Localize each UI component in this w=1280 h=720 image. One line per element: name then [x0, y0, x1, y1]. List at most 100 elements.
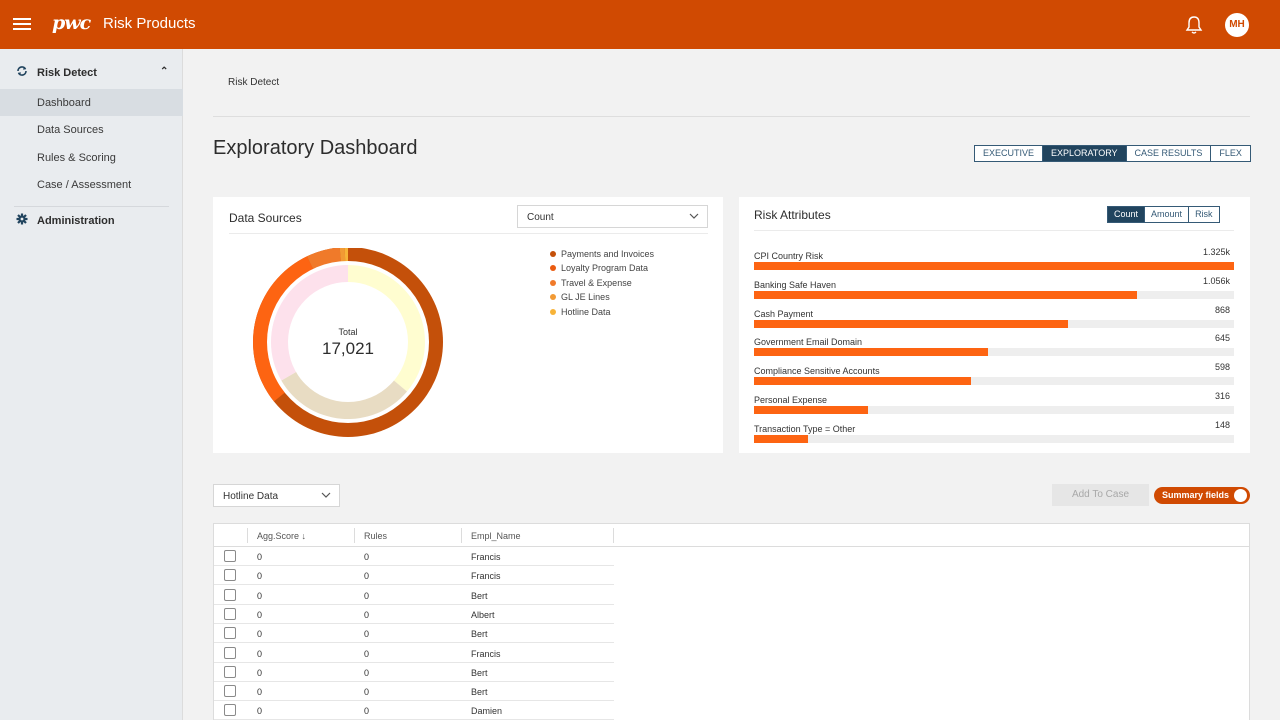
cell-agg-score: 0 — [257, 590, 263, 601]
cell-empl-name: Francis — [471, 648, 501, 659]
bar-label: Personal Expense — [754, 395, 828, 405]
bar-label: Banking Safe Haven — [754, 279, 837, 290]
row-checkbox[interactable] — [224, 627, 236, 640]
toggle-risk[interactable]: Risk — [1189, 207, 1219, 222]
toggle-label: Summary fields — [1162, 490, 1230, 500]
sidebar-section-risk-detect[interactable]: Risk Detect ⌃ — [0, 60, 183, 86]
cell-empl-name: Bert — [471, 667, 488, 678]
cell-agg-score: 0 — [257, 706, 263, 717]
column-separator — [247, 528, 248, 543]
bar — [754, 262, 1234, 270]
row-checkbox[interactable] — [224, 665, 236, 678]
sidebar-item-administration[interactable]: Administration — [0, 208, 183, 234]
row-checkbox[interactable] — [224, 685, 236, 698]
column-header-empl-name[interactable]: Empl_Name — [471, 531, 521, 541]
cell-agg-score: 0 — [257, 648, 263, 659]
toggle-knob — [1234, 489, 1247, 502]
add-to-case-button[interactable]: Add To Case — [1052, 484, 1149, 506]
table-row[interactable]: 0 0 Bert — [214, 663, 614, 682]
toggle-amount[interactable]: Amount — [1145, 207, 1190, 222]
row-checkbox[interactable] — [224, 646, 236, 659]
legend-dot — [550, 265, 556, 271]
table-row[interactable]: 0 0 Bert — [214, 586, 614, 605]
bar-track — [754, 406, 1234, 414]
top-bar: pwc Risk Products MH — [0, 0, 1280, 49]
legend-label: Payments and Invoices — [561, 249, 655, 259]
tab-exploratory[interactable]: EXPLORATORY — [1043, 146, 1127, 161]
cell-rules: 0 — [364, 687, 370, 698]
sidebar-item-dashboard[interactable]: Dashboard — [0, 89, 183, 116]
table-row[interactable]: 0 0 Francis — [214, 547, 614, 566]
sidebar-item-data-sources[interactable]: Data Sources — [0, 116, 183, 143]
results-table: Agg.Score ↓ Rules Empl_Name 0 0 Francis 0 0 F… — [213, 523, 1250, 720]
column-header-agg-score[interactable]: Agg.Score ↓ — [257, 531, 306, 541]
table-source-dropdown[interactable]: Hotline Data — [213, 484, 340, 507]
risk-attribute-bar-row[interactable]: Compliance Sensitive Accounts 598 — [754, 362, 1234, 394]
risk-attribute-bar-row[interactable]: Government Email Domain 645 — [754, 333, 1234, 365]
cell-agg-score: 0 — [257, 629, 263, 640]
legend-label: GL JE Lines — [561, 292, 610, 302]
hamburger-menu-icon[interactable] — [13, 15, 31, 33]
sidebar-item-rules-scoring[interactable]: Rules & Scoring — [0, 144, 183, 171]
table-row[interactable]: 0 0 Albert — [214, 605, 614, 624]
cell-agg-score: 0 — [257, 552, 263, 562]
chevron-down-icon — [321, 492, 331, 498]
sidebar: Risk Detect ⌃ Dashboard Data Sources Rul… — [0, 49, 183, 720]
risk-attribute-bar-row[interactable]: Transaction Type = Other 148 — [754, 420, 1234, 452]
bar — [754, 319, 1069, 328]
risk-attribute-bar-row[interactable]: Banking Safe Haven 1.056k — [754, 276, 1234, 308]
gear-icon — [16, 213, 28, 225]
sidebar-item-label: Rules & Scoring — [37, 152, 116, 164]
row-checkbox[interactable] — [224, 569, 236, 582]
legend-dot — [550, 280, 556, 286]
bar-value-label: 868 — [1214, 304, 1230, 315]
tab-flex[interactable]: FLEX — [1211, 146, 1250, 161]
table-row[interactable]: 0 0 Francis — [214, 566, 614, 586]
row-checkbox[interactable] — [224, 704, 236, 717]
breadcrumb[interactable]: Risk Detect — [228, 77, 279, 88]
cell-empl-name: Bert — [471, 687, 488, 698]
summary-fields-toggle[interactable]: Summary fields — [1154, 487, 1250, 504]
table-row[interactable]: 0 0 Bert — [214, 624, 614, 644]
bar — [754, 434, 808, 443]
toggle-count[interactable]: Count — [1108, 207, 1146, 222]
sidebar-item-case-assessment[interactable]: Case / Assessment — [0, 171, 183, 198]
bar-track — [754, 319, 1234, 328]
column-separator — [461, 528, 462, 543]
risk-attribute-bar-row[interactable]: Personal Expense 316 — [754, 391, 1234, 423]
header-divider — [213, 116, 1250, 117]
cell-rules: 0 — [364, 648, 370, 659]
tab-case-results[interactable]: CASE RESULTS — [1126, 146, 1212, 161]
column-header-rules[interactable]: Rules — [364, 531, 387, 541]
risk-attribute-bar-row[interactable]: Cash Payment 868 — [754, 305, 1234, 337]
sidebar-divider — [14, 206, 169, 207]
bar-value-label: 1.056k — [1202, 275, 1230, 286]
bar-value-label: 316 — [1214, 391, 1230, 401]
table-row[interactable]: 0 0 Damien — [214, 701, 614, 720]
chevron-up-icon[interactable]: ⌃ — [160, 66, 168, 77]
tab-executive[interactable]: EXECUTIVE — [975, 146, 1044, 161]
risk-attribute-bar-row[interactable]: CPI Country Risk 1.325k — [754, 247, 1234, 279]
data-sources-metric-dropdown[interactable]: Count — [517, 205, 708, 228]
table-row[interactable]: 0 0 Bert — [214, 682, 614, 702]
bar-track — [754, 348, 1234, 357]
row-checkbox[interactable] — [224, 607, 236, 620]
page-title: Exploratory Dashboard — [213, 137, 418, 159]
user-avatar[interactable]: MH — [1225, 13, 1249, 37]
legend-dot — [550, 294, 556, 300]
data-sources-title: Data Sources — [229, 211, 302, 225]
row-checkbox[interactable] — [224, 550, 236, 562]
row-checkbox[interactable] — [224, 588, 236, 601]
legend-label: Travel & Expense — [561, 278, 632, 288]
cell-agg-score: 0 — [257, 667, 263, 678]
sidebar-section-label: Risk Detect — [37, 67, 97, 79]
table-row[interactable]: 0 0 Francis — [214, 644, 614, 663]
card-divider — [229, 233, 708, 234]
table-header: Agg.Score ↓ Rules Empl_Name — [214, 524, 1249, 547]
bar-value-label: 148 — [1214, 419, 1230, 430]
sidebar-item-label: Data Sources — [37, 124, 104, 136]
chevron-down-icon — [689, 213, 699, 219]
cell-empl-name: Francis — [471, 571, 501, 582]
bar-label: Cash Payment — [754, 308, 814, 319]
bell-icon[interactable] — [1183, 14, 1205, 36]
